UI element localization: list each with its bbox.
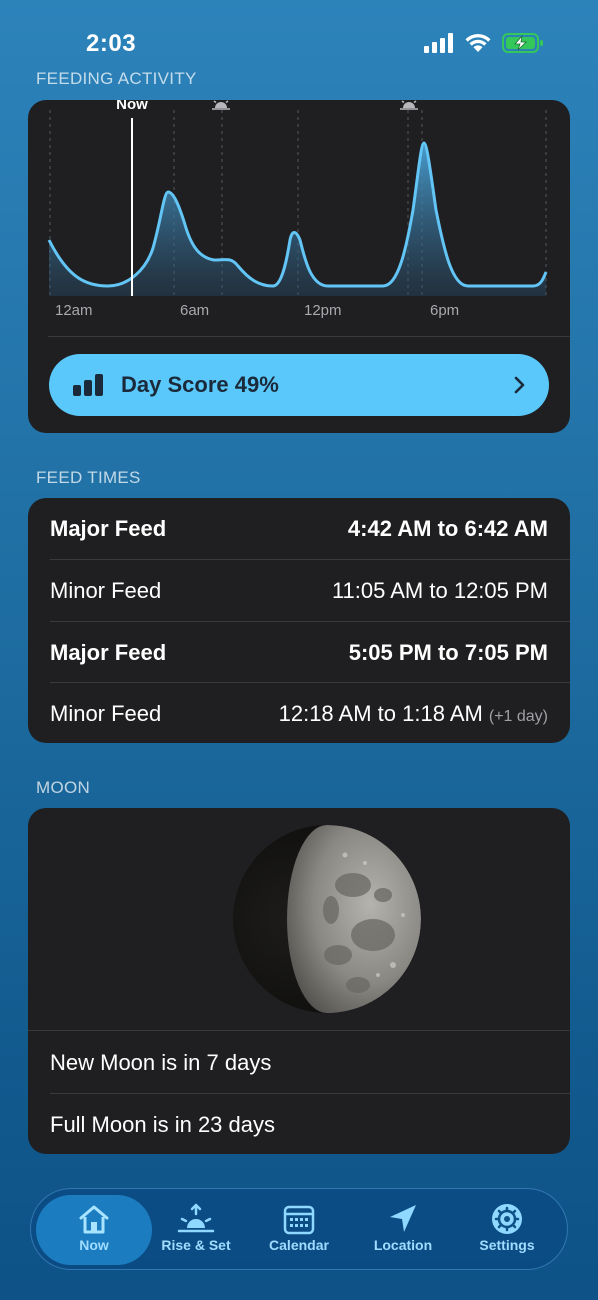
signal-icon: [424, 33, 453, 53]
sunrise-marker-icon: [212, 100, 230, 110]
full-moon-text: Full Moon is in 23 days: [50, 1111, 275, 1137]
status-bar: 2:03: [0, 0, 598, 70]
tab-calendar-label: Calendar: [269, 1237, 329, 1253]
axis-label-12am: 12am: [55, 302, 93, 319]
feed-row: Major Feed 4:42 AM to 6:42 AM: [28, 498, 570, 559]
calendar-icon: [283, 1205, 315, 1235]
feed-time-group: 12:18 AM to 1:18 AM (+1 day): [279, 701, 548, 727]
tab-now[interactable]: Now: [36, 1195, 152, 1265]
tab-settings-label: Settings: [479, 1237, 535, 1253]
chart-divider: [48, 336, 570, 337]
new-moon-row: New Moon is in 7 days: [28, 1032, 570, 1093]
tab-location-label: Location: [373, 1237, 433, 1253]
location-arrow-icon: [390, 1205, 416, 1232]
feeding-activity-title: FEEDING ACTIVITY: [36, 69, 197, 88]
chevron-right-icon: [514, 376, 525, 394]
tab-settings[interactable]: Settings: [455, 1195, 559, 1265]
axis-label-6am: 6am: [180, 302, 209, 319]
axis-label-12pm: 12pm: [304, 302, 342, 319]
feed-times-card: Major Feed 4:42 AM to 6:42 AM Minor Feed…: [28, 498, 570, 743]
axis-label-6pm: 6pm: [430, 302, 459, 319]
feeding-activity-card: Now 12am 6am 12pm 6pm Day Score 49%: [28, 100, 570, 433]
feed-row: Major Feed 5:05 PM to 7:05 PM: [28, 622, 570, 683]
day-score-label: Day Score 49%: [121, 372, 279, 397]
day-score-button[interactable]: Day Score 49%: [49, 354, 549, 416]
tab-calendar[interactable]: Calendar: [247, 1195, 351, 1265]
new-moon-text: New Moon is in 7 days: [50, 1049, 272, 1075]
tab-bar: Now Rise & Set Calendar Location Setting…: [30, 1188, 568, 1270]
moon-title: MOON: [36, 778, 91, 797]
feed-name: Major Feed: [50, 515, 167, 541]
feed-name: Minor Feed: [50, 577, 162, 603]
tab-rise-set-label: Rise & Set: [161, 1237, 231, 1253]
gear-icon: [492, 1204, 522, 1234]
sunrise-icon: [177, 1203, 215, 1233]
tab-rise-set[interactable]: Rise & Set: [144, 1195, 248, 1265]
moon-card: New Moon is in 7 days Full Moon is in 23…: [28, 808, 570, 1154]
feed-times-title: FEED TIMES: [36, 468, 141, 487]
feed-name: Minor Feed: [50, 700, 162, 726]
bar-chart-icon: [73, 374, 105, 396]
wifi-icon: [465, 34, 491, 52]
sunset-marker-icon: [400, 100, 418, 110]
house-icon: [79, 1205, 109, 1234]
feed-name: Major Feed: [50, 639, 167, 665]
moon-divider: [28, 1030, 570, 1031]
tab-location[interactable]: Location: [351, 1195, 455, 1265]
feed-time: 4:42 AM to 6:42 AM: [347, 515, 548, 541]
feed-time: 5:05 PM to 7:05 PM: [348, 639, 548, 665]
battery-charging-icon: [502, 33, 543, 53]
feeding-activity-chart: Now 12am 6am 12pm 6pm: [47, 100, 548, 319]
full-moon-row: Full Moon is in 23 days: [28, 1094, 570, 1154]
feed-time-suffix: (+1 day): [488, 707, 548, 725]
status-time: 2:03: [86, 30, 137, 57]
tab-now-label: Now: [79, 1237, 109, 1253]
feed-time: 12:18 AM to 1:18 AM: [278, 700, 483, 726]
feed-time: 11:05 AM to 12:05 PM: [331, 577, 548, 603]
feed-row: Minor Feed 11:05 AM to 12:05 PM: [28, 560, 570, 621]
now-label: Now: [116, 100, 148, 113]
feed-row: Minor Feed 12:18 AM to 1:18 AM (+1 day): [28, 683, 570, 743]
moon-phase-image: [233, 825, 421, 1013]
status-icons: [424, 33, 544, 53]
activity-area: [49, 143, 546, 296]
